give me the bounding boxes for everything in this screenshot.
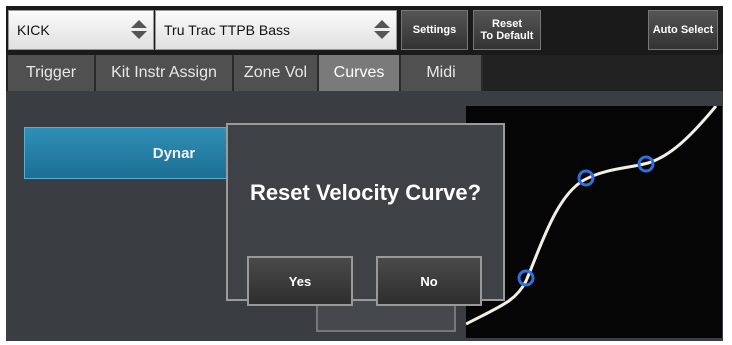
pad-selector[interactable]: KICK bbox=[8, 10, 154, 50]
arrow-down-icon[interactable] bbox=[374, 31, 390, 39]
tab-label: Kit Instr Assign bbox=[111, 64, 217, 81]
no-button-label: No bbox=[420, 273, 438, 289]
tab-label: Midi bbox=[426, 64, 456, 81]
reset-to-default-button[interactable]: Reset To Default bbox=[473, 10, 541, 50]
dialog-title: Reset Velocity Curve? bbox=[249, 180, 482, 205]
tab-bar: Trigger Kit Instr Assign Zone Vol Curves… bbox=[6, 55, 723, 91]
tab-midi[interactable]: Midi bbox=[401, 55, 483, 91]
instrument-selector[interactable]: Tru Trac TTPB Bass bbox=[155, 10, 397, 50]
reset-button-label-line1: Reset bbox=[492, 18, 522, 30]
dynamic-curve-button-label: Dynar bbox=[152, 144, 196, 162]
instrument-spinner-icon[interactable] bbox=[366, 10, 396, 50]
tab-curves[interactable]: Curves bbox=[319, 55, 401, 91]
curves-panel: Dynar Reset Velocity Curve? Yes No bbox=[6, 91, 723, 341]
pad-spinner-icon[interactable] bbox=[123, 10, 153, 50]
arrow-up-icon[interactable] bbox=[131, 20, 147, 28]
reset-velocity-curve-dialog: Reset Velocity Curve? Yes No bbox=[226, 123, 505, 306]
top-toolbar: KICK Tru Trac TTPB Bass Settings Reset T… bbox=[6, 6, 723, 55]
pad-selector-value: KICK bbox=[17, 22, 50, 38]
yes-button[interactable]: Yes bbox=[247, 256, 353, 306]
no-button[interactable]: No bbox=[376, 256, 482, 306]
instrument-selector-value: Tru Trac TTPB Bass bbox=[164, 22, 291, 38]
tab-label: Curves bbox=[333, 64, 385, 81]
tab-label: Zone Vol bbox=[243, 64, 308, 81]
auto-select-button[interactable]: Auto Select bbox=[648, 10, 718, 50]
auto-select-button-label: Auto Select bbox=[652, 24, 714, 36]
tab-zone-vol[interactable]: Zone Vol bbox=[234, 55, 319, 91]
yes-button-label: Yes bbox=[288, 273, 312, 289]
arrow-up-icon[interactable] bbox=[374, 20, 390, 28]
device-screen: KICK Tru Trac TTPB Bass Settings Reset T… bbox=[6, 6, 723, 341]
tab-label: Trigger bbox=[25, 64, 77, 81]
tab-kit-instr-assign[interactable]: Kit Instr Assign bbox=[96, 55, 234, 91]
arrow-down-icon[interactable] bbox=[131, 31, 147, 39]
settings-button-label: Settings bbox=[412, 24, 457, 36]
tab-trigger[interactable]: Trigger bbox=[8, 55, 96, 91]
reset-button-label-line2: To Default bbox=[480, 30, 534, 42]
settings-button[interactable]: Settings bbox=[401, 10, 468, 50]
